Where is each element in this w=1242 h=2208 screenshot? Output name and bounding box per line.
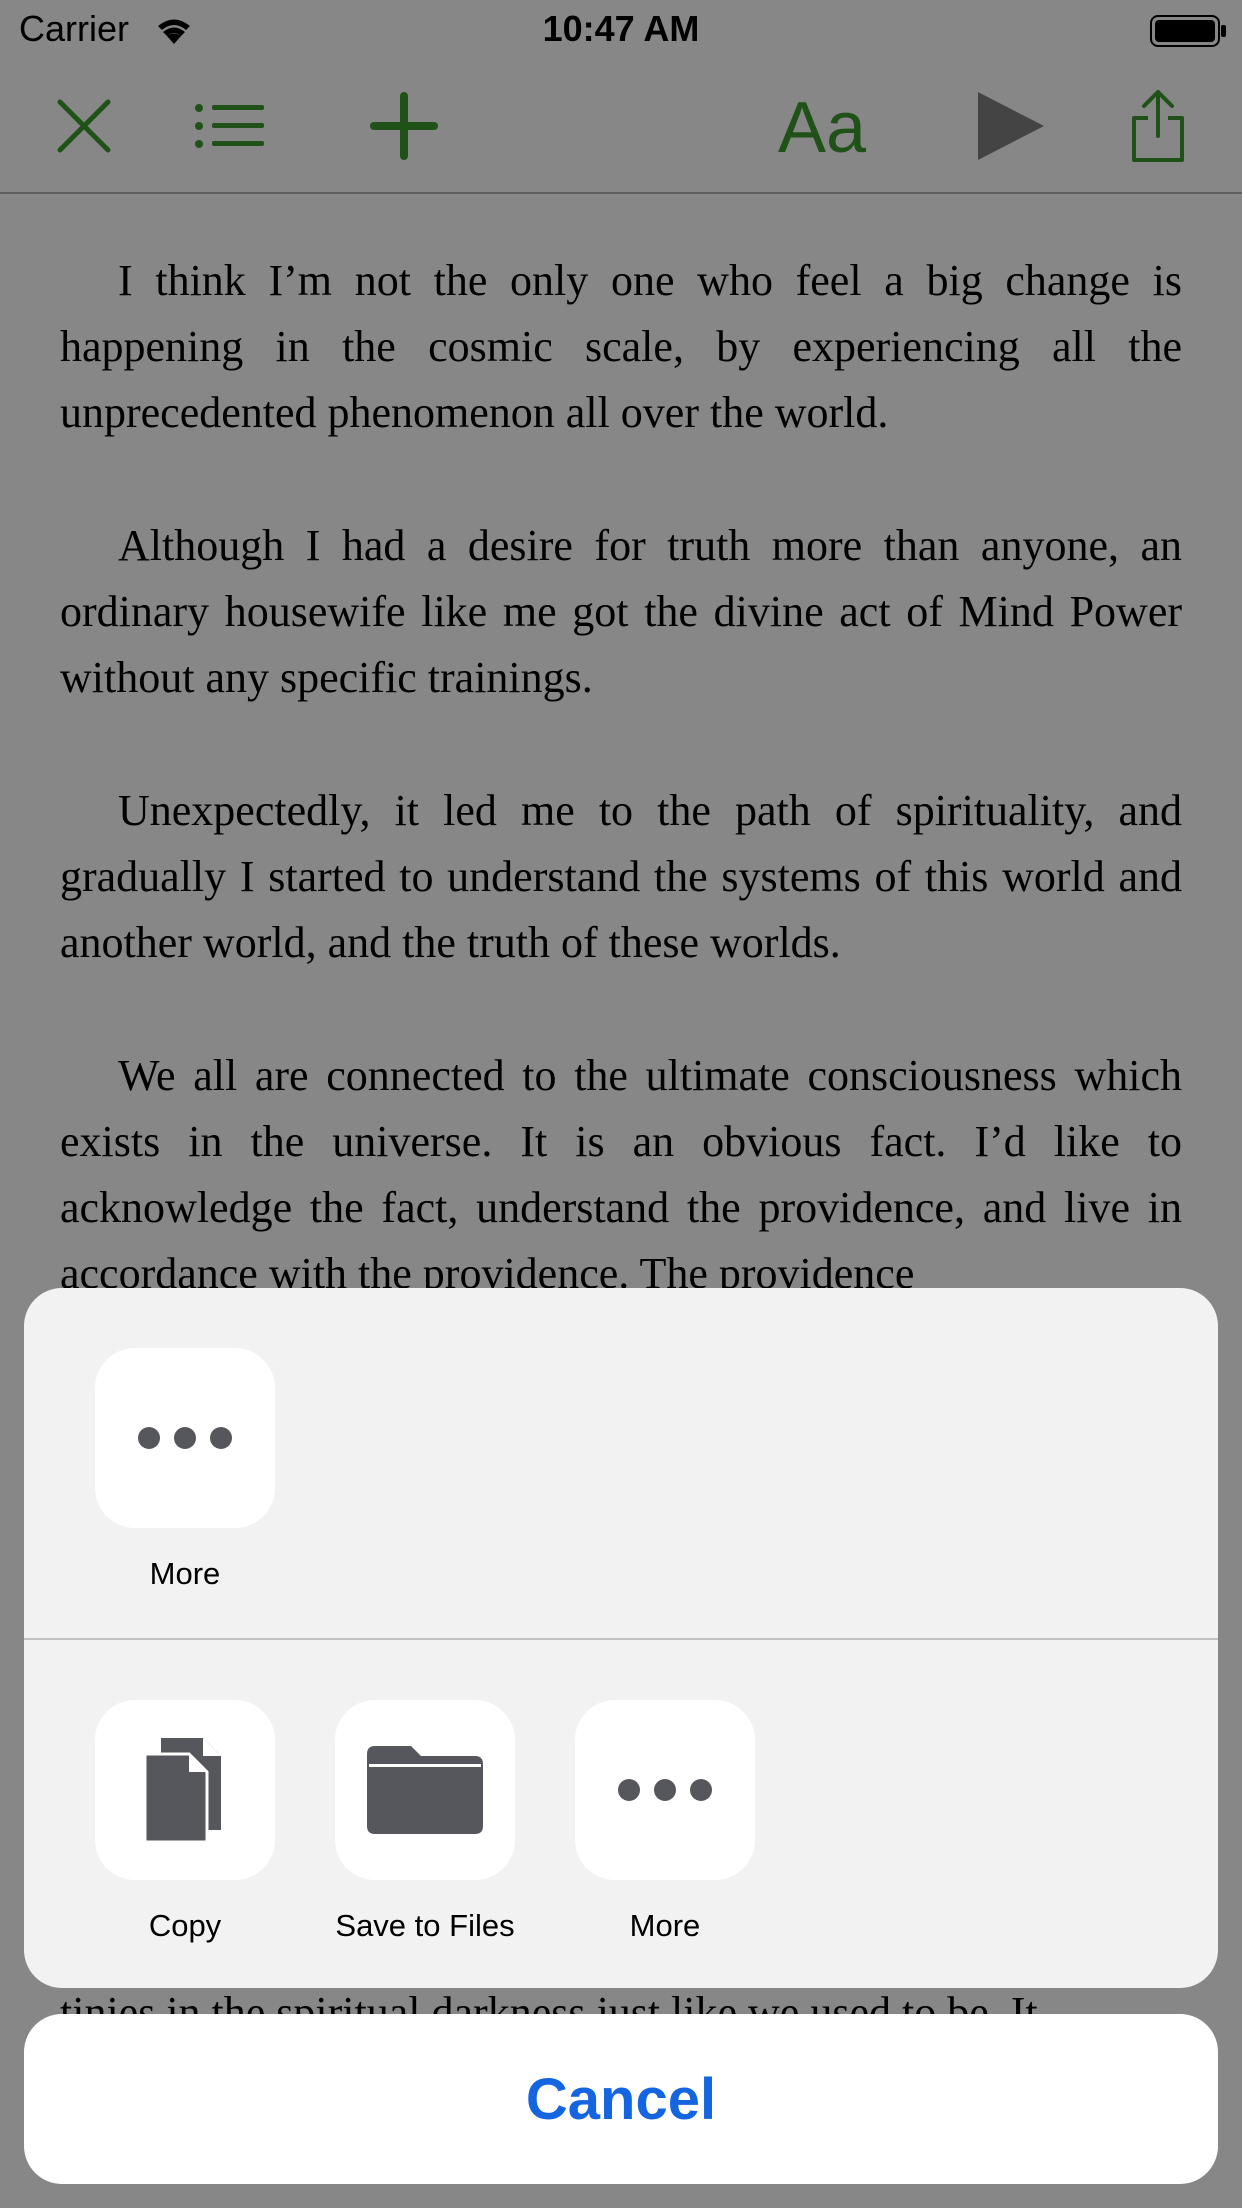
cancel-button[interactable]: Cancel xyxy=(24,2014,1218,2184)
more-icon xyxy=(95,1348,275,1528)
more-icon xyxy=(575,1700,755,1880)
copy-icon xyxy=(95,1700,275,1880)
share-row-apps: More xyxy=(24,1288,1218,1638)
action-label: More xyxy=(149,1556,221,1591)
share-row-actions: Copy Save to Files More xyxy=(24,1640,1218,1988)
action-label: More xyxy=(629,1908,701,1943)
share-sheet: More Copy Save to Files More xyxy=(24,1288,1218,1988)
folder-icon xyxy=(335,1700,515,1880)
